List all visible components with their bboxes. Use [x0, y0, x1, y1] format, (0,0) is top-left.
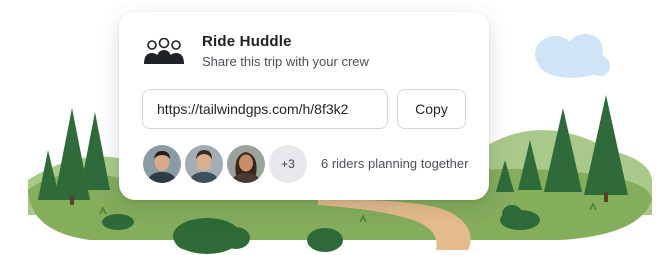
cloud-icon	[535, 34, 610, 78]
share-link-field[interactable]: https://tailwindgps.com/h/8f3k2	[142, 89, 388, 129]
rider-avatar-2	[185, 145, 223, 183]
share-card: Ride Huddle Share this trip with your cr…	[119, 12, 489, 200]
rider-avatar-3	[227, 145, 265, 183]
extra-riders-badge[interactable]: +3	[269, 145, 307, 183]
group-of-people-icon	[141, 37, 187, 68]
riders-summary: 6 riders planning together	[321, 156, 469, 171]
rider-avatar-1	[143, 145, 181, 183]
copy-button[interactable]: Copy	[397, 89, 466, 129]
card-subtitle: Share this trip with your crew	[202, 54, 369, 69]
card-title: Ride Huddle	[202, 33, 292, 50]
